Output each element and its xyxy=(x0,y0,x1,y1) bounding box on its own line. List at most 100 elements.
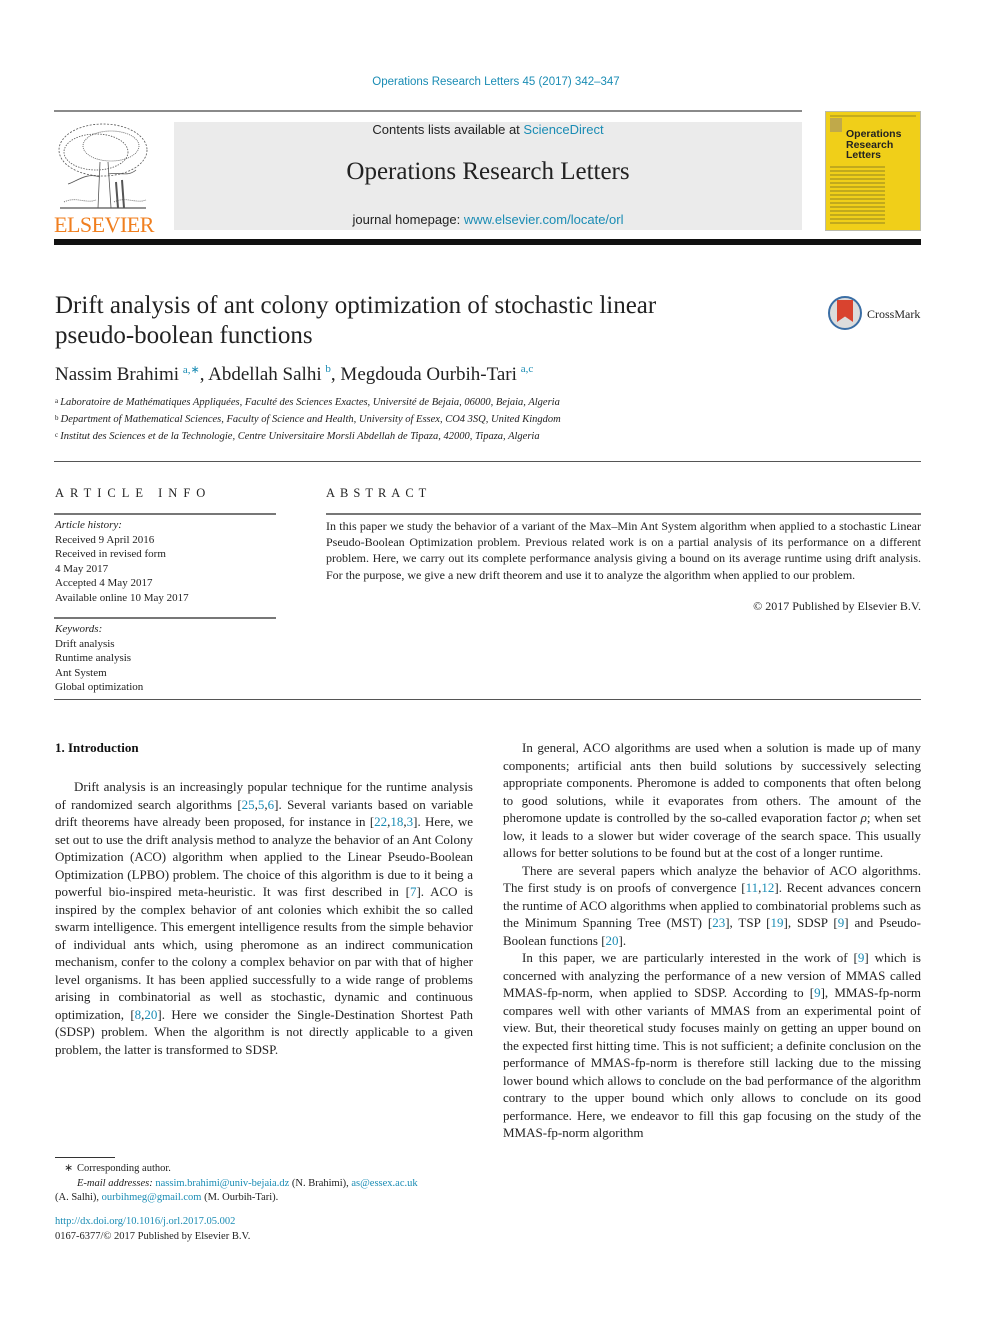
header-top-rule xyxy=(54,110,802,112)
keywords-label: Keywords: xyxy=(55,623,103,635)
elsevier-tree-icon xyxy=(58,123,148,209)
email-link[interactable]: nassim.brahimi@univ-bejaia.dz xyxy=(155,1178,289,1189)
author-separator: , xyxy=(199,364,209,385)
author-name: Abdellah Salhi xyxy=(208,364,322,385)
email-owner: (A. Salhi), xyxy=(55,1192,102,1203)
history-item: Accepted 4 May 2017 xyxy=(55,577,153,589)
section-heading: 1. Introduction xyxy=(55,740,139,755)
article-info-heading: ARTICLE INFO xyxy=(55,486,212,500)
email-link[interactable]: ourbihmeg@gmail.com xyxy=(102,1192,202,1203)
email-line: (A. Salhi), ourbihmeg@gmail.com (M. Ourb… xyxy=(55,1191,475,1206)
journal-header-box: Contents lists available at ScienceDirec… xyxy=(174,122,802,230)
paragraph: There are several papers which analyze t… xyxy=(503,862,921,948)
article-title: Drift analysis of ant colony optimizatio… xyxy=(55,291,775,351)
email-owner: (N. Brahimi), xyxy=(289,1177,352,1189)
math-symbol: ρ xyxy=(860,810,867,825)
doi-block: http://dx.doi.org/10.1016/j.orl.2017.05.… xyxy=(55,1215,250,1244)
article-history: Article history: Received 9 April 2016 R… xyxy=(55,518,189,605)
affiliation-mark: b xyxy=(55,414,59,422)
email-owner: (M. Ourbih-Tari). xyxy=(201,1192,279,1203)
citation-link[interactable]: 18 xyxy=(390,814,403,829)
body-column-left: Drift analysis is an increasingly popula… xyxy=(55,778,473,1058)
author-affiliation-marks[interactable]: a,c xyxy=(521,363,534,375)
citation-link[interactable]: 3 xyxy=(407,814,414,829)
paragraph: In general, ACO algorithms are used when… xyxy=(503,740,921,860)
author-affiliation-marks[interactable]: a,∗ xyxy=(183,364,200,376)
corresponding-author-note: Corresponding author. xyxy=(77,1163,171,1174)
keyword: Global optimization xyxy=(55,681,144,693)
affiliation: c Institut des Sciences et de la Technol… xyxy=(55,431,540,442)
journal-reference[interactable]: Operations Research Letters 45 (2017) 34… xyxy=(0,76,992,88)
keywords: Keywords: Drift analysis Runtime analysi… xyxy=(55,622,143,695)
journal-cover-thumbnail[interactable]: Operations Research Letters xyxy=(825,111,921,231)
cover-title-line: Operations xyxy=(846,128,902,140)
affiliation-mark: a xyxy=(55,397,59,405)
cover-title: Operations Research Letters xyxy=(846,129,901,161)
keyword: Runtime analysis xyxy=(55,652,132,664)
history-label: Article history: xyxy=(55,519,122,531)
citation-link[interactable]: 20 xyxy=(606,933,619,948)
issn-line: 0167-6377/© 2017 Published by Elsevier B… xyxy=(55,1230,251,1242)
citation-link[interactable]: 7 xyxy=(410,884,417,899)
footnote-rule xyxy=(55,1157,115,1158)
divider xyxy=(54,699,921,700)
body-column-right: In general, ACO algorithms are used when… xyxy=(503,739,921,1142)
email-link[interactable]: as@essex.ac.uk xyxy=(351,1178,417,1189)
abstract-copyright: © 2017 Published by Elsevier B.V. xyxy=(753,599,921,613)
paragraph: In this paper, we are particularly inter… xyxy=(503,950,921,1140)
citation-link[interactable]: 8 xyxy=(135,1007,142,1022)
citation-link[interactable]: 25 xyxy=(242,797,255,812)
affiliation-mark: c xyxy=(55,431,59,439)
history-item: 4 May 2017 xyxy=(55,562,109,575)
contents-prefix: Contents lists available at xyxy=(372,122,524,137)
homepage-line: journal homepage: www.elsevier.com/locat… xyxy=(174,212,802,227)
footnote-star: ∗ xyxy=(64,1163,73,1174)
citation-link[interactable]: 5 xyxy=(258,797,265,812)
sciencedirect-link[interactable]: ScienceDirect xyxy=(523,122,603,137)
divider xyxy=(54,513,276,515)
citation-link[interactable]: 9 xyxy=(814,985,821,1000)
history-item: Received 9 April 2016 xyxy=(55,533,155,546)
history-item: Available online 10 May 2017 xyxy=(55,591,189,604)
author-separator: , xyxy=(330,364,341,385)
keyword: Ant System xyxy=(55,666,107,679)
citation-link[interactable]: 9 xyxy=(838,915,845,930)
divider xyxy=(54,617,276,619)
crossmark-button[interactable]: CrossMark xyxy=(828,296,928,332)
affiliation: a Laboratoire de Mathématiques Appliquée… xyxy=(55,397,560,408)
affiliation: b Department of Mathematical Sciences, F… xyxy=(55,414,561,425)
affiliation-text: Department of Mathematical Sciences, Fac… xyxy=(60,414,561,425)
citation-link[interactable]: 12 xyxy=(761,880,774,895)
elsevier-logo[interactable]: ELSEVIER xyxy=(54,118,154,237)
citation-link[interactable]: 23 xyxy=(712,915,725,930)
citation-link[interactable]: 19 xyxy=(771,915,784,930)
journal-homepage-link[interactable]: www.elsevier.com/locate/orl xyxy=(464,212,624,227)
cover-contents-lines xyxy=(830,164,885,226)
citation-link[interactable]: 11 xyxy=(746,880,759,895)
elsevier-wordmark: ELSEVIER xyxy=(54,212,154,237)
divider xyxy=(54,461,921,462)
doi-link[interactable]: http://dx.doi.org/10.1016/j.orl.2017.05.… xyxy=(55,1216,235,1227)
email-label: E-mail addresses: xyxy=(77,1177,153,1189)
contents-line: Contents lists available at ScienceDirec… xyxy=(174,122,802,137)
author-affiliation-marks[interactable]: b xyxy=(325,363,331,375)
keyword: Drift analysis xyxy=(55,637,115,650)
affiliation-text: Laboratoire de Mathématiques Appliquées,… xyxy=(60,397,560,408)
crossmark-label: CrossMark xyxy=(867,307,921,321)
article-title-line: Drift analysis of ant colony optimizatio… xyxy=(55,292,657,319)
divider xyxy=(326,513,921,515)
footnote: ∗ Corresponding author. E-mail addresses:… xyxy=(55,1162,475,1206)
header-thick-rule xyxy=(54,239,921,245)
citation-link[interactable]: 20 xyxy=(144,1007,157,1022)
abstract-heading: ABSTRACT xyxy=(326,486,432,500)
affiliation-text: Institut des Sciences et de la Technolog… xyxy=(60,431,540,442)
abstract-text: In this paper we study the behavior of a… xyxy=(326,519,921,582)
article-title-line: pseudo-boolean functions xyxy=(55,322,313,349)
email-line: E-mail addresses: nassim.brahimi@univ-be… xyxy=(55,1177,475,1192)
author-name: Nassim Brahimi xyxy=(55,364,180,385)
author-name: Megdouda Ourbih-Tari xyxy=(340,364,517,385)
citation-link[interactable]: 22 xyxy=(374,814,387,829)
cover-title-line: Letters xyxy=(846,149,882,161)
citation-link[interactable]: 9 xyxy=(858,950,865,965)
citation-link[interactable]: 6 xyxy=(268,797,275,812)
